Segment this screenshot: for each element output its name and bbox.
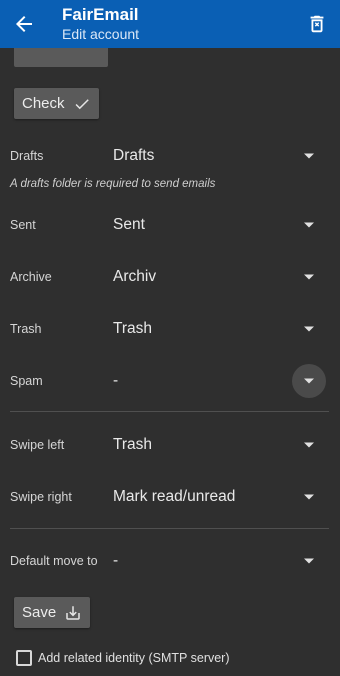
add-identity-checkbox[interactable] bbox=[16, 650, 32, 666]
swipe-right-row: Swipe right Mark read/unread bbox=[0, 479, 340, 515]
check-button[interactable]: Check bbox=[14, 88, 99, 119]
swipe-right-select[interactable]: Mark read/unread bbox=[113, 479, 328, 515]
dropdown-arrow-icon bbox=[304, 153, 314, 159]
save-button-label: Save bbox=[22, 604, 57, 621]
divider bbox=[10, 411, 329, 412]
swipe-left-select[interactable]: Trash bbox=[113, 427, 328, 463]
app-bar: FairEmail Edit account bbox=[0, 0, 340, 48]
app-title: FairEmail bbox=[62, 5, 139, 24]
checkmark-icon bbox=[73, 95, 91, 113]
download-icon bbox=[64, 604, 82, 622]
drafts-hint: A drafts folder is required to send emai… bbox=[10, 178, 216, 190]
app-subtitle: Edit account bbox=[62, 26, 140, 42]
back-arrow-icon[interactable] bbox=[12, 12, 36, 36]
archive-folder-select[interactable]: Archiv bbox=[113, 259, 328, 295]
dropdown-arrow-icon bbox=[304, 558, 314, 564]
divider bbox=[10, 528, 329, 529]
spam-row: Spam - bbox=[0, 363, 340, 399]
spam-folder-value: - bbox=[113, 372, 119, 389]
archive-label: Archive bbox=[10, 270, 52, 284]
spam-label: Spam bbox=[10, 374, 43, 388]
partial-button[interactable] bbox=[14, 48, 108, 67]
archive-folder-value: Archiv bbox=[113, 268, 157, 285]
drafts-folder-select[interactable]: Drafts bbox=[113, 138, 328, 174]
trash-folder-value: Trash bbox=[113, 320, 153, 337]
dropdown-arrow-icon bbox=[304, 442, 314, 448]
sent-folder-value: Sent bbox=[113, 216, 145, 233]
spam-folder-select[interactable]: - bbox=[113, 363, 328, 399]
app-bar-titles: FairEmail Edit account bbox=[62, 5, 139, 44]
save-button[interactable]: Save bbox=[14, 597, 91, 628]
add-identity-label: Add related identity (SMTP server) bbox=[38, 651, 230, 665]
edit-account-form: Check Drafts Drafts A drafts folder is r… bbox=[0, 48, 340, 676]
dropdown-arrow-icon bbox=[304, 378, 314, 384]
sent-label: Sent bbox=[10, 218, 36, 232]
drafts-folder-value: Drafts bbox=[113, 147, 155, 164]
swipe-left-row: Swipe left Trash bbox=[0, 427, 340, 463]
swipe-left-label: Swipe left bbox=[10, 438, 65, 452]
drafts-label: Drafts bbox=[10, 149, 44, 163]
dropdown-arrow-icon bbox=[304, 222, 314, 228]
dropdown-arrow-icon bbox=[304, 274, 314, 280]
sent-folder-select[interactable]: Sent bbox=[113, 207, 328, 243]
default-move-value: - bbox=[113, 552, 119, 569]
dropdown-focus-ripple bbox=[292, 364, 326, 398]
default-move-select[interactable]: - bbox=[113, 543, 328, 579]
delete-icon[interactable] bbox=[306, 13, 328, 35]
swipe-right-value: Mark read/unread bbox=[113, 488, 236, 505]
drafts-row: Drafts Drafts bbox=[0, 138, 340, 174]
dropdown-arrow-icon bbox=[304, 326, 314, 332]
default-move-row: Default move to - bbox=[0, 543, 340, 579]
trash-folder-select[interactable]: Trash bbox=[113, 311, 328, 347]
swipe-left-value: Trash bbox=[113, 436, 153, 453]
archive-row: Archive Archiv bbox=[0, 259, 340, 295]
swipe-right-label: Swipe right bbox=[10, 490, 72, 504]
trash-row: Trash Trash bbox=[0, 311, 340, 347]
sent-row: Sent Sent bbox=[0, 207, 340, 243]
trash-label: Trash bbox=[10, 322, 42, 336]
dropdown-arrow-icon bbox=[304, 494, 314, 500]
check-button-label: Check bbox=[22, 95, 65, 112]
default-move-label: Default move to bbox=[10, 554, 98, 568]
